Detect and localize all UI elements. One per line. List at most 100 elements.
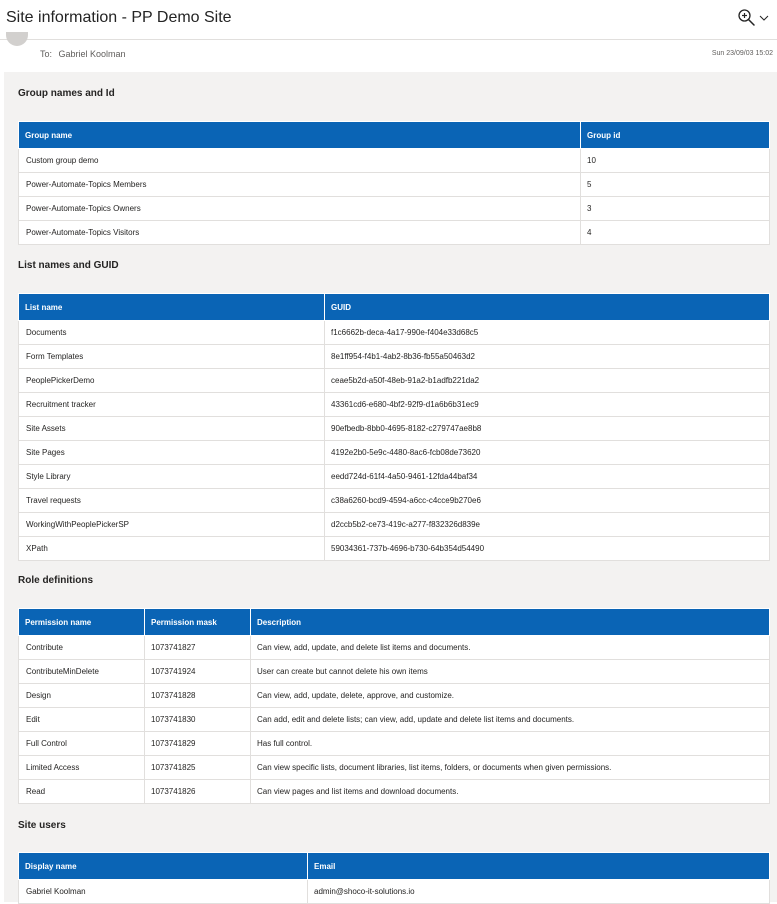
list-name-cell: XPath [18, 536, 325, 561]
permission-name-cell: Design [18, 683, 145, 708]
recipient-line: To: Gabriel Koolman [40, 49, 126, 59]
table-row: Site Pages 4192e2b0-5e9c-4480-8ac6-fcb08d… [18, 440, 770, 465]
group-name-cell: Power-Automate-Topics Visitors [18, 220, 581, 245]
description-cell: User can create but cannot delete his ow… [250, 659, 770, 684]
list-name-cell: Form Templates [18, 344, 325, 369]
zoom-button[interactable] [737, 8, 773, 30]
sent-date: Sun 23/09/03 15:02 [711, 50, 773, 57]
group-id-cell: 3 [580, 196, 770, 221]
list-name-cell: Recruitment tracker [18, 392, 325, 417]
email-subject: Site information - PP Demo Site [6, 9, 232, 26]
list-section-title: List names and GUID [18, 260, 119, 271]
chevron-down-icon[interactable] [759, 15, 769, 21]
permission-mask-cell: 1073741829 [144, 731, 251, 756]
group-section-title: Group names and Id [18, 88, 115, 99]
permission-mask-cell: 1073741825 [144, 755, 251, 780]
description-cell: Can view, add, update, delete, approve, … [250, 683, 770, 708]
column-header: Group id [580, 121, 770, 149]
table-row: Site Assets 90efbedb-8bb0-4695-8182-c2797… [18, 416, 770, 441]
permission-mask-cell: 1073741828 [144, 683, 251, 708]
table-row: Power-Automate-Topics Owners 3 [18, 196, 770, 221]
table-row: Design 1073741828 Can view, add, update, d… [18, 683, 770, 708]
description-cell: Has full control. [250, 731, 770, 756]
zoom-in-icon[interactable] [737, 8, 757, 28]
guid-cell: 59034361-737b-4696-b730-64b354d54490 [324, 536, 770, 561]
column-header: Email [307, 852, 770, 880]
description-cell: Can view specific lists, document librar… [250, 755, 770, 780]
description-cell: Can add, edit and delete lists; can view… [250, 707, 770, 732]
permission-mask-cell: 1073741830 [144, 707, 251, 732]
guid-cell: f1c6662b-deca-4a17-990e-f404e33d68c5 [324, 320, 770, 345]
role-section-title: Role definitions [18, 575, 93, 586]
list-name-cell: Travel requests [18, 488, 325, 513]
column-header: Permission name [18, 608, 145, 636]
users-section-title: Site users [18, 820, 66, 831]
table-row: Travel requests c38a6260-bcd9-4594-a6cc-c… [18, 488, 770, 513]
permission-mask-cell: 1073741826 [144, 779, 251, 804]
list-name-cell: PeoplePickerDemo [18, 368, 325, 393]
guid-cell: 90efbedb-8bb0-4695-8182-c279747ae8b8 [324, 416, 770, 441]
permission-name-cell: Full Control [18, 731, 145, 756]
list-name-cell: Documents [18, 320, 325, 345]
guid-cell: c38a6260-bcd9-4594-a6cc-c4cce9b270e6 [324, 488, 770, 513]
email-cell[interactable]: admin@shoco-it-solutions.io [307, 879, 770, 904]
group-id-cell: 10 [580, 148, 770, 173]
permission-mask-cell: 1073741827 [144, 635, 251, 660]
guid-cell: 43361cd6-e680-4bf2-92f9-d1a6b6b31ec9 [324, 392, 770, 417]
table-row: WorkingWithPeoplePickerSP d2ccb5b2-ce73-4… [18, 512, 770, 537]
permission-name-cell: Limited Access [18, 755, 145, 780]
table-row: XPath 59034361-737b-4696-b730-64b354d5449… [18, 536, 770, 561]
table-row: Limited Access 1073741825 Can view specifi… [18, 755, 770, 780]
list-name-cell: WorkingWithPeoplePickerSP [18, 512, 325, 537]
role-table: Permission name Permission mask Descript… [18, 608, 770, 804]
table-row: Style Library eedd724d-61f4-4a50-9461-12f… [18, 464, 770, 489]
column-header: Description [250, 608, 770, 636]
list-name-cell: Site Assets [18, 416, 325, 441]
description-cell: Can view pages and list items and downlo… [250, 779, 770, 804]
table-row: Power-Automate-Topics Members 5 [18, 172, 770, 197]
group-id-cell: 4 [580, 220, 770, 245]
table-row: Custom group demo 10 [18, 148, 770, 173]
list-name-cell: Site Pages [18, 440, 325, 465]
table-row: Full Control 1073741829 Has full control. [18, 731, 770, 756]
column-header: Group name [18, 121, 581, 149]
list-table: List name GUID Documents f1c6662b-deca-4a… [18, 293, 770, 561]
guid-cell: d2ccb5b2-ce73-419c-a277-f832326d839e [324, 512, 770, 537]
table-row: Gabriel Koolman admin@shoco-it-solutions.… [18, 879, 770, 904]
group-name-cell: Power-Automate-Topics Owners [18, 196, 581, 221]
table-row: Recruitment tracker 43361cd6-e680-4bf2-92… [18, 392, 770, 417]
column-header: List name [18, 293, 325, 321]
permission-name-cell: Read [18, 779, 145, 804]
column-header: Permission mask [144, 608, 251, 636]
table-row: ContributeMinDelete 1073741924 User can cr… [18, 659, 770, 684]
message-header: Site information - PP Demo Site [0, 0, 777, 40]
table-row: Form Templates 8e1ff954-f4b1-4ab2-8b36-fb… [18, 344, 770, 369]
group-table: Group name Group id Custom group demo 10 … [18, 121, 770, 245]
permission-mask-cell: 1073741924 [144, 659, 251, 684]
guid-cell: eedd724d-61f4-4a50-9461-12fda44baf34 [324, 464, 770, 489]
permission-name-cell: Edit [18, 707, 145, 732]
table-row: Documents f1c6662b-deca-4a17-990e-f404e33… [18, 320, 770, 345]
description-cell: Can view, add, update, and delete list i… [250, 635, 770, 660]
group-name-cell: Custom group demo [18, 148, 581, 173]
table-row: Read 1073741826 Can view pages and list it… [18, 779, 770, 804]
display-name-cell: Gabriel Koolman [18, 879, 308, 904]
recipient-name[interactable]: Gabriel Koolman [59, 49, 126, 59]
column-header: GUID [324, 293, 770, 321]
message-body: Group names and Id Group name Group id C… [4, 72, 777, 904]
guid-cell: ceae5b2d-a50f-48eb-91a2-b1adfb221da2 [324, 368, 770, 393]
users-table: Display name Email Gabriel Koolman admin@… [18, 852, 770, 904]
sender-row: To: Gabriel Koolman Sun 23/09/03 15:02 [0, 32, 777, 70]
guid-cell: 4192e2b0-5e9c-4480-8ac6-fcb08de73620 [324, 440, 770, 465]
to-label: To: [40, 49, 53, 59]
avatar [6, 32, 28, 46]
table-row: Edit 1073741830 Can add, edit and delete l… [18, 707, 770, 732]
list-name-cell: Style Library [18, 464, 325, 489]
permission-name-cell: Contribute [18, 635, 145, 660]
group-name-cell: Power-Automate-Topics Members [18, 172, 581, 197]
table-row: Contribute 1073741827 Can view, add, updat… [18, 635, 770, 660]
group-id-cell: 5 [580, 172, 770, 197]
table-row: PeoplePickerDemo ceae5b2d-a50f-48eb-91a2-… [18, 368, 770, 393]
permission-name-cell: ContributeMinDelete [18, 659, 145, 684]
table-row: Power-Automate-Topics Visitors 4 [18, 220, 770, 245]
